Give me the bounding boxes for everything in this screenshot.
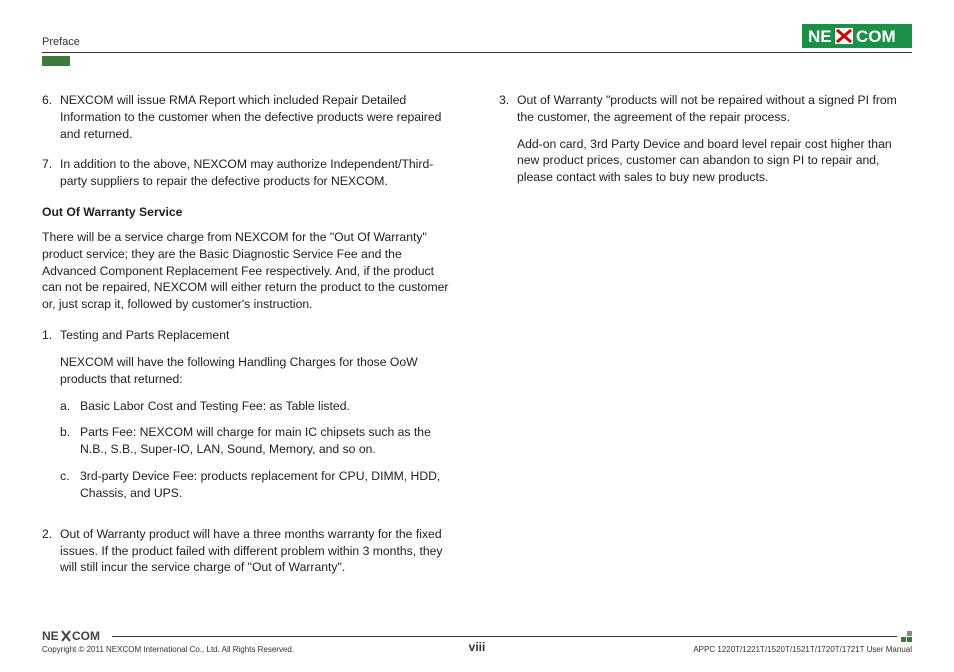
page-container: Preface NE COM 6. NEXCOM will issue RMA … — [0, 0, 954, 590]
list-item: 7. In addition to the above, NEXCOM may … — [42, 156, 455, 190]
nexcom-logo-icon: NE COM — [802, 24, 912, 48]
list-text: Parts Fee: NEXCOM will charge for main I… — [80, 424, 455, 458]
list-number: 6. — [42, 92, 60, 142]
list-number: 1. — [42, 327, 60, 344]
list-item: 1. Testing and Parts Replacement NEXCOM … — [42, 327, 455, 512]
list-number: 7. — [42, 156, 60, 190]
list-item: 6. NEXCOM will issue RMA Report which in… — [42, 92, 455, 142]
page-footer: NE COM Copyright © 2011 NEXCOM Internati… — [42, 629, 912, 654]
list-item: a. Basic Labor Cost and Testing Fee: as … — [42, 398, 455, 415]
list-text: 3rd-party Device Fee: products replaceme… — [80, 468, 455, 502]
list-text: Out of Warranty "products will not be re… — [517, 92, 912, 126]
svg-text:COM: COM — [72, 629, 100, 643]
nexcom-footer-logo-icon: NE COM — [42, 629, 108, 643]
copyright-text: Copyright © 2011 NEXCOM International Co… — [42, 645, 477, 654]
page-number: viii — [469, 640, 486, 654]
list-letter: a. — [60, 398, 80, 415]
footer-meta-row: Copyright © 2011 NEXCOM International Co… — [42, 645, 912, 654]
header-rule — [42, 52, 912, 53]
list-text: Testing and Parts Replacement — [60, 327, 455, 344]
list-item: c. 3rd-party Device Fee: products replac… — [42, 468, 455, 502]
list-item: 2. Out of Warranty product will have a t… — [42, 526, 455, 576]
list-number: 3. — [499, 92, 517, 126]
list-text: NEXCOM will issue RMA Report which inclu… — [60, 92, 455, 142]
list-letter: c. — [60, 468, 80, 502]
subheading: Out Of Warranty Service — [42, 204, 455, 221]
lettered-sublist: a. Basic Labor Cost and Testing Fee: as … — [42, 398, 455, 512]
list-letter: b. — [60, 424, 80, 458]
list-text: Basic Labor Cost and Testing Fee: as Tab… — [80, 398, 455, 415]
left-column: 6. NEXCOM will issue RMA Report which in… — [42, 92, 455, 590]
page-tab-marker — [42, 56, 70, 66]
oow-numbered-list: 1. Testing and Parts Replacement NEXCOM … — [42, 327, 455, 576]
inner-paragraph: NEXCOM will have the following Handling … — [42, 354, 455, 388]
right-column: 3. Out of Warranty "products will not be… — [499, 92, 912, 590]
doc-reference: APPC 1220T/1221T/1520T/1521T/1720T/1721T… — [477, 645, 912, 654]
list-item: b. Parts Fee: NEXCOM will charge for mai… — [42, 424, 455, 458]
svg-text:NE: NE — [42, 629, 59, 643]
intro-paragraph: There will be a service charge from NEXC… — [42, 229, 455, 313]
svg-text:COM: COM — [856, 27, 896, 46]
list-text: Out of Warranty product will have a thre… — [60, 526, 455, 576]
continued-numbered-list: 6. NEXCOM will issue RMA Report which in… — [42, 92, 455, 190]
content-columns: 6. NEXCOM will issue RMA Report which in… — [42, 92, 912, 590]
section-label: Preface — [42, 36, 80, 48]
list-text: In addition to the above, NEXCOM may aut… — [60, 156, 455, 190]
svg-text:NE: NE — [808, 27, 832, 46]
footer-ornament-icon — [901, 631, 912, 642]
right-numbered-list: 3. Out of Warranty "products will not be… — [499, 92, 912, 186]
list-number: 2. — [42, 526, 60, 576]
header-bar: Preface NE COM — [42, 24, 912, 48]
inner-paragraph: Add-on card, 3rd Party Device and board … — [499, 136, 912, 186]
list-item: 3. Out of Warranty "products will not be… — [499, 92, 912, 186]
